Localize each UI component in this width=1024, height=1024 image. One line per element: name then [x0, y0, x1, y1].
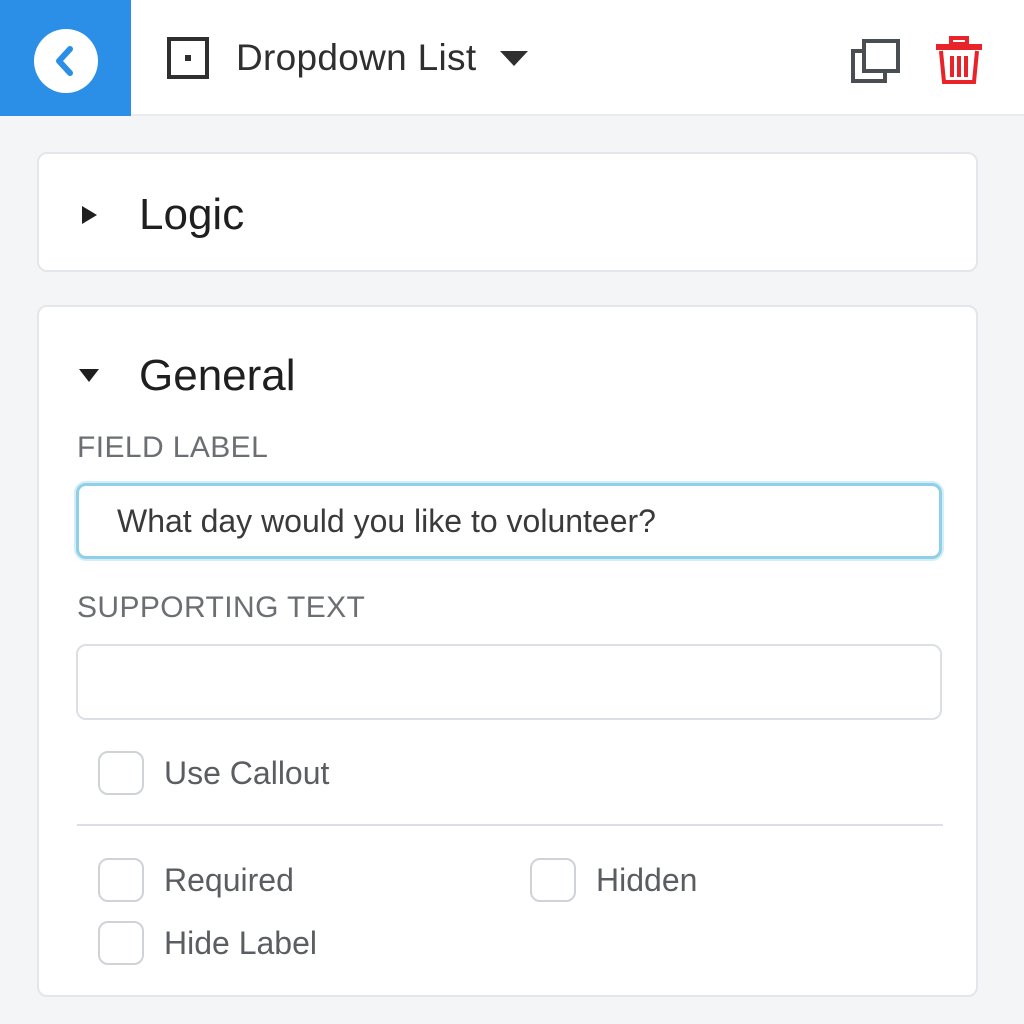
chevron-left-icon [34, 29, 98, 93]
required-label: Required [164, 861, 294, 898]
trash-icon[interactable] [934, 36, 984, 84]
field-type-selector[interactable]: Dropdown List [166, 36, 530, 80]
general-section: General FIELD LABEL SUPPORTING TEXT Use … [37, 305, 978, 997]
required-option[interactable]: Required [98, 858, 294, 902]
divider [77, 824, 943, 826]
caret-down-icon [500, 51, 529, 66]
duplicate-icon[interactable] [850, 38, 902, 84]
logic-section-toggle[interactable]: Logic [77, 190, 244, 240]
field-label-caption: FIELD LABEL [77, 431, 269, 464]
general-section-title: General [139, 351, 296, 400]
use-callout-option[interactable]: Use Callout [98, 751, 329, 795]
dropdown-field-icon [167, 37, 209, 79]
hide-label-checkbox[interactable] [98, 921, 144, 965]
hidden-option[interactable]: Hidden [530, 858, 697, 902]
triangle-down-icon [79, 369, 99, 382]
general-section-toggle[interactable]: General [77, 351, 296, 401]
field-label-input[interactable] [76, 483, 942, 559]
field-type-label: Dropdown List [236, 37, 477, 78]
hide-label-option[interactable]: Hide Label [98, 921, 317, 965]
properties-header: Dropdown List [0, 0, 1024, 116]
required-checkbox[interactable] [98, 858, 144, 902]
hidden-label: Hidden [596, 861, 698, 898]
use-callout-checkbox[interactable] [98, 751, 144, 795]
logic-section: Logic [37, 152, 978, 272]
supporting-text-caption: SUPPORTING TEXT [77, 591, 366, 624]
back-button[interactable] [0, 0, 131, 116]
hide-label-label: Hide Label [164, 924, 317, 961]
hidden-checkbox[interactable] [530, 858, 576, 902]
logic-section-title: Logic [139, 190, 245, 239]
supporting-text-input[interactable] [76, 644, 942, 720]
use-callout-label: Use Callout [164, 754, 330, 791]
triangle-right-icon [82, 206, 97, 224]
